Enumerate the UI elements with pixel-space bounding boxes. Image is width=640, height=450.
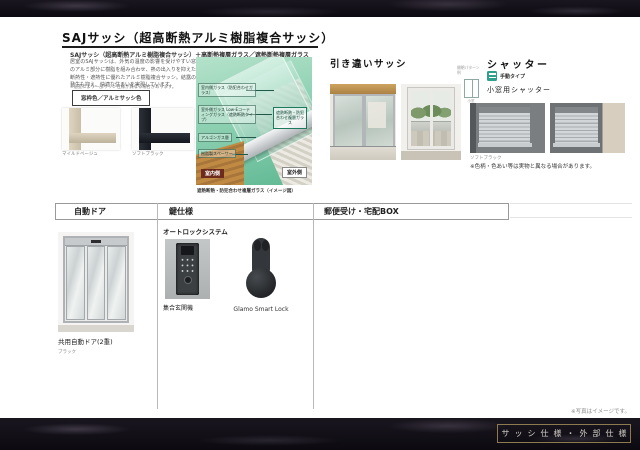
smartlock-button bbox=[262, 240, 269, 251]
balcony-floor bbox=[330, 147, 396, 160]
sash-mullion bbox=[430, 91, 433, 146]
intercom-keypad bbox=[180, 257, 195, 274]
shutter-slats bbox=[555, 113, 599, 143]
interior-reflection bbox=[368, 102, 386, 128]
door-sensor bbox=[91, 240, 101, 243]
diagram-label-inner-glass: 室内側ガラス（防犯合わせガラス） bbox=[198, 83, 256, 97]
frame-corner-photo-black bbox=[132, 108, 194, 150]
diagram-side-note: 遮熱断熱・防犯合わせ複層ガラス bbox=[273, 107, 307, 129]
footer-section-label: サッシ仕様・外部仕様 bbox=[497, 424, 631, 443]
top-marble-band bbox=[0, 0, 640, 17]
header-mailbox: 郵便受け・宅配BOX bbox=[324, 204, 399, 219]
diagram-caption: 遮熱断熱・防犯合わせ複層ガラス（イメージ図） bbox=[197, 188, 296, 194]
frame-vertical-member bbox=[139, 108, 151, 150]
title-underline bbox=[62, 46, 318, 48]
header-lock-spec: 鍵仕様 bbox=[169, 204, 193, 219]
manual-type-icon bbox=[487, 71, 497, 81]
smartlock-knob bbox=[246, 268, 276, 298]
window-sill bbox=[553, 143, 600, 147]
small-window-icon bbox=[464, 79, 479, 98]
intercom-label: 集合玄関機 bbox=[163, 303, 193, 312]
frame-vertical-member bbox=[69, 108, 81, 150]
sliding-sash-title: 引き違いサッシ bbox=[330, 56, 407, 70]
diagram-label-spacer: 樹脂製スペーサー bbox=[198, 149, 236, 158]
white-sash-frame bbox=[408, 88, 454, 149]
column-divider bbox=[157, 203, 158, 409]
shutter-slats bbox=[479, 113, 530, 143]
frame-color-name-black: ソフトブラック bbox=[132, 151, 164, 157]
photo-disclaimer: ※写真はイメージです。 bbox=[571, 407, 630, 415]
shutter-section-title: シャッター bbox=[487, 56, 550, 71]
header-auto-door: 自動ドア bbox=[74, 204, 106, 219]
faded-rule bbox=[510, 217, 632, 218]
frame-horizontal-member bbox=[139, 133, 190, 143]
intercom-speaker bbox=[184, 276, 192, 284]
wood-ceiling bbox=[330, 84, 396, 94]
shutter-disclaimer: ※色柄・色あい等は実物と異なる場合があります。 bbox=[470, 162, 595, 170]
frame-corner-photo-beige bbox=[62, 108, 120, 150]
smartlock-photo bbox=[233, 235, 289, 301]
spec-header-row: 自動ドア 鍵仕様 郵便受け・宅配BOX bbox=[55, 203, 509, 220]
intercom-panel bbox=[176, 243, 199, 295]
glass-door-panel bbox=[66, 246, 85, 320]
frame-color-box-label: 窓枠色／アルミサッシ色 bbox=[72, 90, 150, 106]
intercom-screen bbox=[181, 246, 194, 255]
auto-door-label: 共用自動ドア(2重) bbox=[58, 336, 113, 346]
shutter-color-name: ソフトブラック bbox=[470, 155, 502, 161]
glass-panel bbox=[333, 94, 364, 148]
intercom-photo bbox=[165, 239, 210, 299]
manual-type-label: 手動タイプ bbox=[500, 73, 525, 80]
smartlock-button bbox=[254, 240, 261, 251]
sliding-sash-photo-2 bbox=[401, 84, 461, 160]
indoor-side-badge: 室内側 bbox=[201, 169, 224, 178]
autolock-system-label: オートロックシステム bbox=[163, 226, 228, 236]
diagram-label-lowe-glass: 室外側ガラス Low-Eコーティングガラス（遮熱断熱タイプ） bbox=[198, 105, 256, 124]
entrance-floor bbox=[58, 325, 134, 332]
frame-color-name-beige: マイルドベージュ bbox=[62, 151, 98, 157]
sliding-sash-photo-1 bbox=[330, 84, 396, 160]
glass-door-panel bbox=[107, 246, 126, 320]
brochure-page: SAJサッシ（超高断熱アルミ樹脂複合サッシ） SAJサッシ（超高断熱アルミ樹脂複… bbox=[0, 0, 640, 450]
saj-section-title: SAJサッシ（超高断熱アルミ樹脂複合サッシ） bbox=[62, 29, 334, 46]
shutter-pattern-note: 開閉パターン例 bbox=[457, 66, 483, 76]
outdoor-side-badge: 室外側 bbox=[282, 167, 307, 178]
window-sill bbox=[478, 143, 532, 147]
auto-door-photo bbox=[58, 232, 134, 332]
shutter-photo-1 bbox=[470, 103, 545, 153]
icon-slat bbox=[489, 73, 496, 75]
glass-door-panel bbox=[87, 246, 106, 320]
door-frame bbox=[63, 236, 129, 323]
shutter-subtitle: 小窓用シャッター bbox=[487, 85, 551, 95]
glass-cross-section-diagram: 室内側ガラス（防犯合わせガラス） 室外側ガラス Low-Eコーティングガラス（遮… bbox=[196, 57, 312, 185]
icon-slat bbox=[489, 77, 496, 79]
frame-horizontal-member bbox=[69, 133, 116, 143]
leader-line bbox=[236, 137, 256, 138]
shutter-photo-2 bbox=[550, 103, 625, 153]
window-mullion bbox=[472, 80, 473, 97]
diagram-label-argon: アルゴンガス層 bbox=[198, 133, 232, 142]
column-divider bbox=[313, 203, 314, 409]
faded-rule bbox=[510, 203, 632, 204]
door-panels bbox=[65, 245, 127, 321]
smartlock-label: Glamo Smart Lock bbox=[224, 306, 298, 313]
wood-sill bbox=[196, 141, 244, 185]
auto-door-color: ブラック bbox=[58, 349, 76, 355]
terrace-floor bbox=[401, 151, 461, 160]
